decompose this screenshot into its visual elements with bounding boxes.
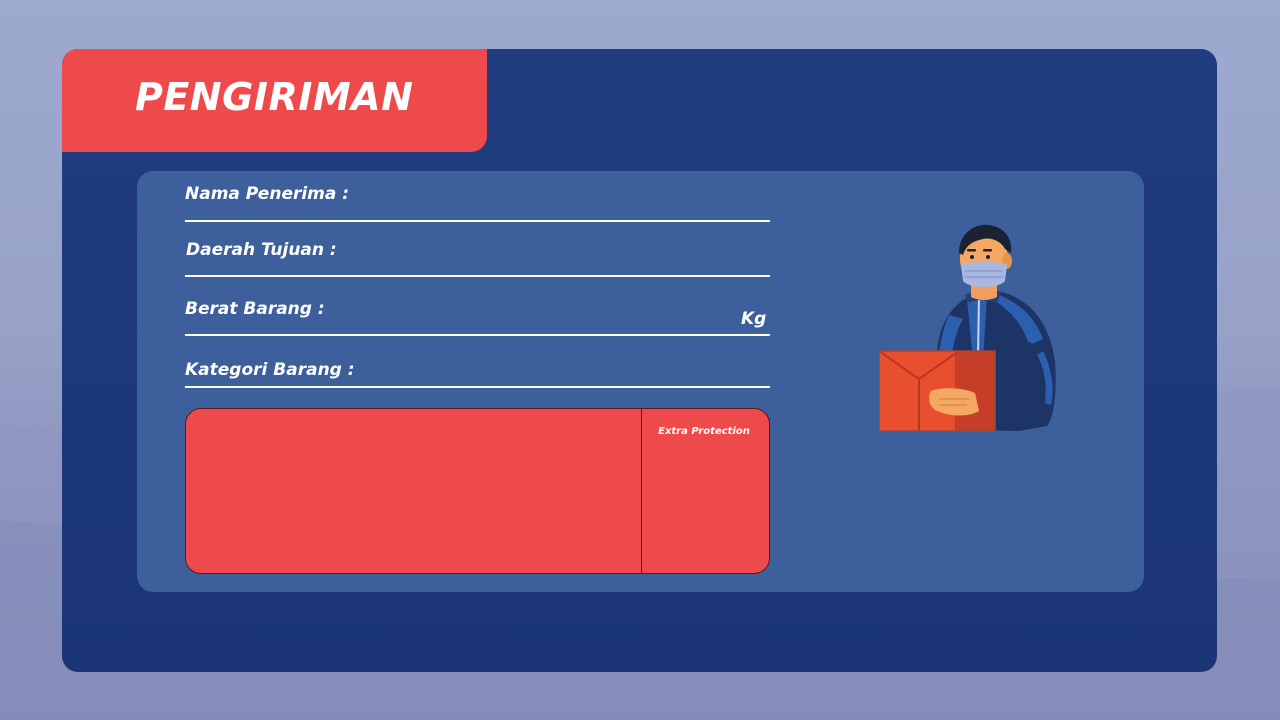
category-option-extra-protection[interactable]: Extra Protection xyxy=(641,409,769,573)
category-field[interactable] xyxy=(185,386,770,388)
weight-unit-label: Kg xyxy=(741,309,767,329)
category-option-standard[interactable] xyxy=(186,409,641,573)
form-panel: Nama Penerima : Daerah Tujuan : Berat Ba… xyxy=(137,171,1144,592)
page-title: PENGIRIMAN xyxy=(135,75,414,119)
recipient-name-field[interactable] xyxy=(185,220,770,222)
weight-label: Berat Barang : xyxy=(185,299,325,319)
shipping-card: PENGIRIMAN Nama Penerima : Daerah Tujuan… xyxy=(62,49,1217,672)
recipient-name-label: Nama Penerima : xyxy=(185,184,350,204)
category-label: Kategori Barang : xyxy=(185,360,355,380)
category-selector: Extra Protection xyxy=(185,408,770,574)
delivery-courier-icon xyxy=(879,224,1056,432)
title-tab: PENGIRIMAN xyxy=(62,49,487,152)
destination-field[interactable] xyxy=(185,275,770,277)
weight-field[interactable] xyxy=(185,334,770,336)
destination-label: Daerah Tujuan : xyxy=(186,240,337,260)
extra-protection-label: Extra Protection xyxy=(658,426,750,437)
